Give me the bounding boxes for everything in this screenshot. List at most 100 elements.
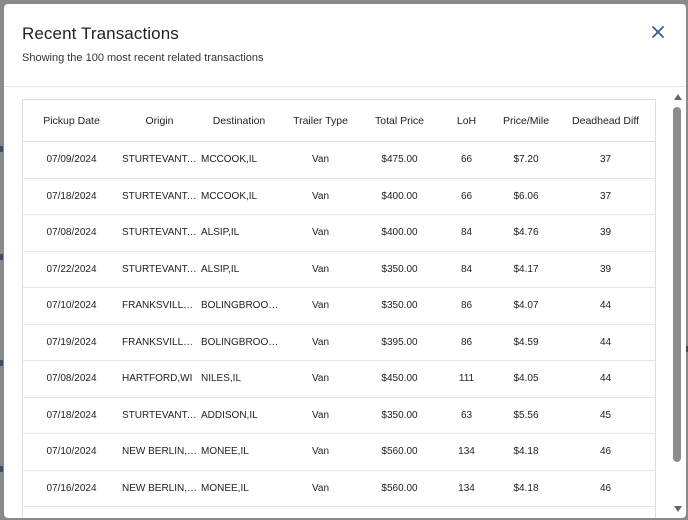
cell-origin: NEW BERLIN,WI (120, 433, 199, 471)
cell-total-price: $450.00 (362, 360, 437, 398)
cell-price-per-mile: $4.17 (496, 251, 556, 288)
cell-loh: 63 (437, 397, 496, 434)
cell-origin: STURTEVANT,WI (120, 178, 199, 215)
cell-trailer-type: Van (279, 397, 362, 434)
cell-trailer-type: Van (279, 324, 362, 361)
cell-deadhead-diff: 39 (556, 214, 655, 252)
cell-pickup-date: 07/08/2024 (23, 360, 120, 398)
cell-destination: BOLINGBROOK… (199, 287, 279, 325)
cell-origin: STURTEVANT,WI (120, 251, 199, 288)
column-header-deadhead-diff[interactable]: Deadhead Diff (556, 100, 655, 142)
cell-origin: STURTEVANT,WI (120, 141, 199, 179)
cell-deadhead-diff: 46 (556, 470, 655, 507)
cell-trailer-type: Van (279, 287, 362, 325)
cell-origin: FRANKSVILLE,… (120, 324, 199, 361)
cell-trailer-type: Van (279, 470, 362, 507)
modal-body: Pickup Date Origin Destination Trailer Type… (4, 87, 686, 518)
cell-destination: MONEE,IL (199, 433, 279, 471)
cell-pickup-date: 07/22/2024 (23, 251, 120, 288)
cell-pickup-date: 07/18/2024 (23, 178, 120, 215)
cell-origin: STURTEVANT,WI (120, 397, 199, 434)
cell-deadhead-diff: 39 (556, 251, 655, 288)
vertical-scrollbar[interactable] (672, 94, 684, 514)
cell-deadhead-diff: 44 (556, 324, 655, 361)
cell-pickup-date: 07/10/2024 (23, 433, 120, 471)
cell-total-price: $475.00 (362, 141, 437, 179)
cell-deadhead-diff: 37 (556, 178, 655, 215)
table-row[interactable]: 07/08/2024 HARTFORD,WI NILES,IL Van $450.00 1… (23, 360, 655, 398)
cell-total-price: $400.00 (362, 214, 437, 252)
cell-price-per-mile: $5.56 (496, 397, 556, 434)
cell-loh: 134 (437, 470, 496, 507)
transactions-table: Pickup Date Origin Destination Trailer Type… (23, 100, 655, 507)
cell-loh: 84 (437, 214, 496, 252)
scroll-down-arrow-icon[interactable] (674, 506, 682, 512)
close-button[interactable] (647, 21, 669, 43)
column-header-total-price[interactable]: Total Price (362, 100, 437, 142)
scroll-thumb[interactable] (673, 107, 681, 462)
cell-trailer-type: Van (279, 251, 362, 288)
cell-origin: HARTFORD,WI (120, 360, 199, 398)
table-row[interactable]: 07/10/2024 FRANKSVILLE,… BOLINGBROOK… Van $3… (23, 287, 655, 325)
cell-loh: 86 (437, 324, 496, 361)
cell-price-per-mile: $4.59 (496, 324, 556, 361)
modal-header: Recent Transactions Showing the 100 most… (4, 4, 686, 87)
cell-loh: 66 (437, 141, 496, 179)
table-row[interactable]: 07/10/2024 NEW BERLIN,WI MONEE,IL Van $560.0… (23, 433, 655, 471)
cell-destination: MONEE,IL (199, 470, 279, 507)
cell-origin: FRANKSVILLE,… (120, 287, 199, 325)
table-row[interactable]: 07/18/2024 STURTEVANT,WI MCCOOK,IL Van $400.… (23, 178, 655, 215)
cell-loh: 66 (437, 178, 496, 215)
cell-price-per-mile: $4.76 (496, 214, 556, 252)
cell-deadhead-diff: 44 (556, 287, 655, 325)
column-header-destination[interactable]: Destination (199, 100, 279, 142)
recent-transactions-modal: Recent Transactions Showing the 100 most… (4, 4, 686, 518)
table-row[interactable]: 07/16/2024 NEW BERLIN,WI MONEE,IL Van $560.0… (23, 470, 655, 507)
table-row[interactable]: 07/08/2024 STURTEVANT,WI ALSIP,IL Van $400.0… (23, 214, 655, 252)
cell-destination: ADDISON,IL (199, 397, 279, 434)
cell-pickup-date: 07/18/2024 (23, 397, 120, 434)
cell-price-per-mile: $4.18 (496, 470, 556, 507)
cell-destination: MCCOOK,IL (199, 141, 279, 179)
column-header-origin[interactable]: Origin (120, 100, 199, 142)
table-row[interactable]: 07/19/2024 FRANKSVILLE,… BOLINGBROOK… Van $3… (23, 324, 655, 361)
background-fragment (0, 466, 3, 472)
column-header-loh[interactable]: LoH (437, 100, 496, 142)
cell-loh: 84 (437, 251, 496, 288)
cell-price-per-mile: $4.05 (496, 360, 556, 398)
background-fragment (0, 146, 3, 152)
cell-destination: MCCOOK,IL (199, 178, 279, 215)
cell-price-per-mile: $4.07 (496, 287, 556, 325)
cell-loh: 111 (437, 360, 496, 398)
cell-deadhead-diff: 44 (556, 360, 655, 398)
column-header-pickup-date[interactable]: Pickup Date (23, 100, 120, 142)
cell-trailer-type: Van (279, 178, 362, 215)
background-fragment (0, 254, 3, 260)
cell-total-price: $350.00 (362, 251, 437, 288)
cell-deadhead-diff: 45 (556, 397, 655, 434)
cell-loh: 134 (437, 433, 496, 471)
cell-total-price: $560.00 (362, 433, 437, 471)
scroll-up-arrow-icon[interactable] (674, 94, 682, 100)
cell-origin: NEW BERLIN,WI (120, 470, 199, 507)
cell-deadhead-diff: 46 (556, 433, 655, 471)
cell-loh: 86 (437, 287, 496, 325)
modal-title: Recent Transactions (22, 24, 179, 43)
transactions-table-container: Pickup Date Origin Destination Trailer Type… (22, 99, 656, 518)
cell-pickup-date: 07/19/2024 (23, 324, 120, 361)
cell-total-price: $395.00 (362, 324, 437, 361)
cell-trailer-type: Van (279, 360, 362, 398)
cell-price-per-mile: $6.06 (496, 178, 556, 215)
table-row[interactable]: 07/18/2024 STURTEVANT,WI ADDISON,IL Van $350… (23, 397, 655, 434)
table-row[interactable]: 07/22/2024 STURTEVANT,WI ALSIP,IL Van $350.0… (23, 251, 655, 288)
column-header-price-per-mile[interactable]: Price/Mile (496, 100, 556, 142)
cell-pickup-date: 07/09/2024 (23, 141, 120, 179)
cell-destination: ALSIP,IL (199, 214, 279, 252)
cell-price-per-mile: $4.18 (496, 433, 556, 471)
column-header-trailer-type[interactable]: Trailer Type (279, 100, 362, 142)
cell-deadhead-diff: 37 (556, 141, 655, 179)
table-row[interactable]: 07/09/2024 STURTEVANT,WI MCCOOK,IL Van $475.… (23, 141, 655, 179)
cell-trailer-type: Van (279, 214, 362, 252)
cell-pickup-date: 07/10/2024 (23, 287, 120, 325)
cell-destination: ALSIP,IL (199, 251, 279, 288)
